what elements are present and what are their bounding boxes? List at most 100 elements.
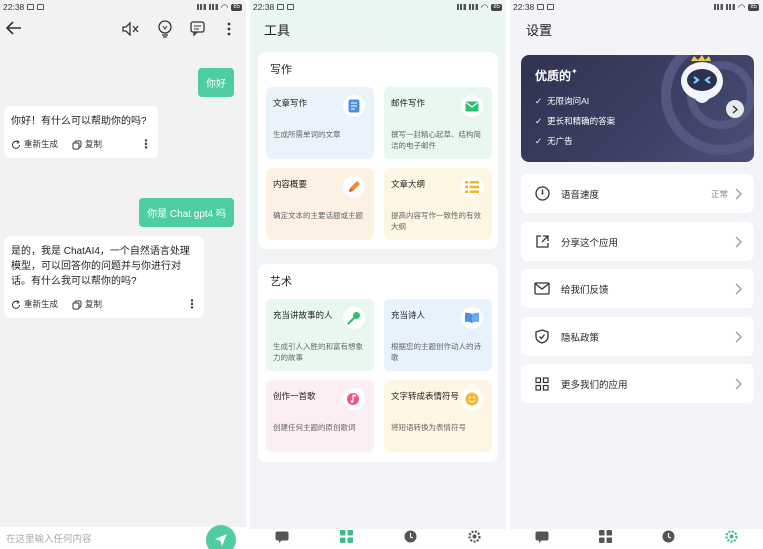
notification-icon <box>277 4 285 10</box>
smiley-icon <box>461 388 483 410</box>
lightbulb-icon[interactable] <box>154 18 176 40</box>
notification-icon <box>547 4 555 10</box>
battery-icon: 85 <box>231 3 242 11</box>
microphone-icon <box>343 307 365 329</box>
more-vertical-icon[interactable] <box>218 18 240 40</box>
message-actions: 重新生成 复制 ⋮ <box>11 297 198 312</box>
send-icon <box>215 534 227 546</box>
voice-speed-value: 正常 <box>710 188 728 199</box>
settings-row-more-apps[interactable]: 更多我们的应用 <box>521 364 754 403</box>
status-bar: 22:38 ◠ 85 <box>510 0 763 12</box>
regenerate-button[interactable]: 重新生成 <box>11 297 58 312</box>
list-icon <box>461 176 483 198</box>
tool-card-article-outline[interactable]: 文章大纲 提高内容写作一致性的有效大纲 <box>384 168 492 240</box>
tab-settings[interactable] <box>468 530 481 548</box>
tool-card-article-writing[interactable]: 文章写作 生成所需单词的文章 <box>266 87 374 159</box>
share-icon <box>533 233 551 251</box>
notification-icon <box>287 4 295 10</box>
book-icon <box>461 307 483 329</box>
chevron-right-icon <box>735 236 742 247</box>
notification-icon <box>27 4 35 10</box>
section-title: 写作 <box>270 64 292 76</box>
tool-card-song[interactable]: 创作一首歌 创建任何主题的原创歌词 <box>266 380 374 452</box>
settings-row-privacy[interactable]: 隐私政策 <box>521 317 754 356</box>
chevron-right-icon <box>735 378 742 389</box>
tool-card-email-writing[interactable]: 邮件写作 撰写一封精心起草、结构简洁的电子邮件 <box>384 87 492 159</box>
mail-icon <box>533 280 551 298</box>
chat-input[interactable]: 在这里输入任何内容 <box>6 531 92 545</box>
chevron-right-icon <box>735 283 742 294</box>
tool-card-emoji[interactable]: 文字转成表情符号 将短语转换为表情符号 <box>384 380 492 452</box>
mail-icon <box>461 95 483 117</box>
battery-icon: 85 <box>491 3 502 11</box>
copy-icon <box>72 300 82 309</box>
user-message: 你好 <box>198 68 234 97</box>
chevron-right-icon <box>735 188 742 199</box>
art-section: 艺术 充当讲故事的人 生成引人入胜的和富有想象力的故事 充当诗人 根据您的主题创… <box>258 264 498 462</box>
battery-icon: 85 <box>748 3 759 11</box>
tool-card-content-summary[interactable]: 内容概要 确定文本的主要话题或主题 <box>266 168 374 240</box>
signal-icon <box>713 4 723 10</box>
more-vertical-icon[interactable]: ⋮ <box>140 137 152 152</box>
tab-history[interactable] <box>404 530 417 548</box>
shield-check-icon <box>533 328 551 346</box>
copy-button[interactable]: 复制 <box>72 297 102 312</box>
clock-icon <box>404 530 417 543</box>
signal-icon <box>456 4 466 10</box>
send-button[interactable] <box>206 525 236 549</box>
tab-tools[interactable] <box>599 530 612 548</box>
regenerate-button[interactable]: 重新生成 <box>11 137 58 152</box>
wifi-icon: ◠ <box>220 1 229 12</box>
bottom-tab-bar <box>250 529 506 549</box>
settings-row-voice-speed[interactable]: 语音速度 正常 <box>521 174 754 213</box>
tab-chat[interactable] <box>275 530 289 548</box>
more-vertical-icon[interactable]: ⋮ <box>186 297 198 312</box>
check-icon: ✓ <box>535 115 543 126</box>
copy-button[interactable]: 复制 <box>72 137 102 152</box>
tab-chat[interactable] <box>535 530 549 548</box>
signal-icon <box>725 4 735 10</box>
premium-title: 优质的✦ <box>535 67 578 83</box>
status-time: 22:38 <box>3 2 25 12</box>
status-time: 22:38 <box>513 2 535 12</box>
chat-bubbles-icon[interactable] <box>188 18 210 40</box>
refresh-icon <box>12 299 20 309</box>
wifi-icon: ◠ <box>737 1 746 12</box>
tools-screen: 22:38 ◠ 85 工具 写作 文章写作 生成所需单词的文章 邮件写作 撰写一封… <box>250 0 506 549</box>
signal-icon <box>196 4 206 10</box>
tool-card-storyteller[interactable]: 充当讲故事的人 生成引人入胜的和富有想象力的故事 <box>266 299 374 371</box>
premium-banner[interactable]: 优质的✦ ✓ 无限询问AI ✓ 更长和精确的答案 ✓ 无广告 <box>521 55 754 162</box>
settings-row-share[interactable]: 分享这个应用 <box>521 222 754 261</box>
bottom-tab-bar <box>510 529 763 549</box>
tab-tools[interactable] <box>340 530 354 548</box>
tool-card-poet[interactable]: 充当诗人 根据您的主题创作动人的诗歌 <box>384 299 492 371</box>
status-bar: 22:38 ◠ 85 <box>0 0 246 12</box>
notification-icon <box>37 4 45 10</box>
chat-input-bar: 在这里输入任何内容 <box>0 525 246 549</box>
check-icon: ✓ <box>535 95 543 106</box>
chat-icon <box>275 531 289 543</box>
settings-row-feedback[interactable]: 给我们反馈 <box>521 269 754 308</box>
grid-icon <box>599 530 612 543</box>
bot-message-text: 你好！有什么可以帮助你的吗? <box>11 116 147 127</box>
back-arrow-icon[interactable] <box>5 19 26 40</box>
tab-settings[interactable] <box>725 530 738 548</box>
premium-feature: ✓ 无限询问AI <box>535 95 590 107</box>
settings-screen: 22:38 ◠ 85 设置 优质的✦ ✓ 无限询问AI ✓ 更长和精确的答案 ✓ 无广告… <box>510 0 763 549</box>
mute-speaker-icon[interactable] <box>120 18 142 40</box>
premium-features: ✓ 无限询问AI ✓ 更长和精确的答案 ✓ 无广告 <box>535 95 615 155</box>
premium-feature: ✓ 无广告 <box>535 135 573 147</box>
premium-arrow-icon[interactable] <box>726 100 744 118</box>
bot-message-text: 是的，我是 ChatAI4，一个自然语言处理模型，可以回答你的问题并与你进行对话… <box>11 246 190 287</box>
signal-icon <box>208 4 218 10</box>
chat-toolbar <box>0 14 246 44</box>
section-title: 艺术 <box>270 276 292 288</box>
refresh-icon <box>12 139 20 149</box>
chat-screen: 22:38 ◠ 85 你好 你好！有什么可以帮助你的吗? 重新生成 复制 ⋮ 你… <box>0 0 246 549</box>
premium-feature: ✓ 更长和精确的答案 <box>535 115 616 127</box>
writing-section: 写作 文章写作 生成所需单词的文章 邮件写作 撰写一封精心起草、结构简洁的电子邮… <box>258 52 498 249</box>
tab-history[interactable] <box>662 530 675 548</box>
chevron-right-icon <box>735 331 742 342</box>
robot-mascot-icon <box>681 55 723 103</box>
message-actions: 重新生成 复制 ⋮ <box>11 137 152 152</box>
